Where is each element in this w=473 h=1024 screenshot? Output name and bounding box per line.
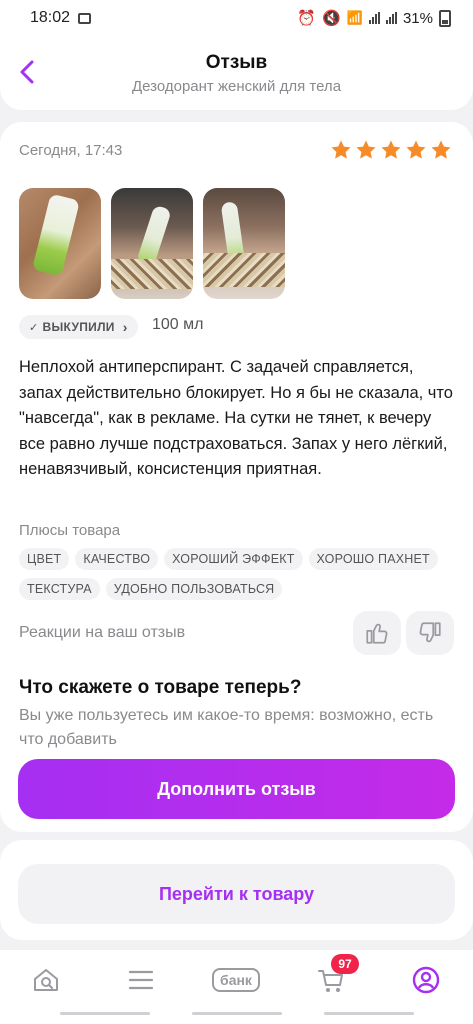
pros-tag: УДОБНО ПОЛЬЗОВАТЬСЯ [105, 578, 283, 600]
tab-home[interactable] [16, 960, 76, 1000]
star-icon [431, 140, 451, 159]
tab-bank[interactable]: банк [206, 960, 266, 1000]
system-nav-bar [0, 1004, 473, 1024]
tab-cart[interactable]: 97 [301, 954, 361, 1000]
alarm-icon: ⏰ [297, 10, 317, 27]
pros-label: Плюсы товара [19, 522, 121, 539]
status-time: 18:02 [30, 9, 71, 26]
pros-tag: ХОРОШО ПАХНЕТ [308, 548, 438, 570]
profile-icon [412, 966, 440, 994]
wifi-icon: 📶 [346, 10, 363, 25]
pros-tag: ЦВЕТ [19, 548, 70, 570]
product-size: 100 мл [152, 316, 204, 333]
tab-catalog[interactable] [111, 960, 171, 1000]
menu-icon [128, 970, 154, 990]
prompt-title: Что скажете о товаре теперь? [19, 677, 302, 698]
pros-tag: КАЧЕСТВО [75, 548, 159, 570]
review-photo[interactable] [19, 188, 101, 299]
pros-tag: ХОРОШИЙ ЭФФЕКТ [164, 548, 303, 570]
product-link-card: Перейти к товару [0, 840, 473, 940]
rating-stars [329, 138, 453, 162]
reactions-label: Реакции на ваш отзыв [19, 624, 186, 641]
thumbs-up-icon [366, 623, 388, 644]
star-icon [406, 140, 426, 159]
nav-recents[interactable] [59, 1012, 150, 1015]
add-review-button[interactable]: Дополнить отзыв [18, 759, 455, 819]
chevron-right-icon: › [122, 319, 128, 335]
review-card: Сегодня, 17:43 ✓ ВЫКУПИЛИ › 100 мл Непло… [0, 122, 473, 832]
nav-home[interactable] [191, 1012, 282, 1015]
star-icon [356, 140, 376, 159]
mute-icon: 🔇 [322, 10, 341, 27]
star-icon [381, 140, 401, 159]
battery-icon [439, 9, 451, 27]
pros-tags: ЦВЕТ КАЧЕСТВО ХОРОШИЙ ЭФФЕКТ ХОРОШО ПАХН… [19, 548, 459, 600]
page-title: Отзыв [205, 52, 268, 73]
like-button[interactable] [353, 611, 401, 655]
go-to-product-button[interactable]: Перейти к товару [18, 864, 455, 924]
review-photo[interactable] [203, 188, 285, 299]
bought-badge[interactable]: ✓ ВЫКУПИЛИ › [19, 315, 138, 339]
dislike-button[interactable] [406, 611, 454, 655]
gallery-notification-icon [78, 12, 92, 24]
star-icon [331, 140, 351, 159]
tab-profile[interactable] [396, 960, 456, 1000]
review-text: Неплохой антиперспирант. С задачей справ… [19, 358, 453, 478]
cart-badge: 97 [331, 954, 359, 974]
signal-2-icon [385, 12, 397, 24]
thumbs-down-icon [419, 622, 441, 643]
nav-back[interactable] [323, 1012, 414, 1015]
signal-icon [368, 12, 380, 24]
page-subtitle: Дезодорант женский для тела [131, 78, 342, 95]
review-photos [19, 188, 285, 299]
bought-label: ВЫКУПИЛИ [42, 320, 115, 334]
bank-label: банк [212, 968, 260, 992]
review-photo[interactable] [111, 188, 193, 299]
check-icon: ✓ [29, 321, 39, 334]
review-date: Сегодня, 17:43 [19, 142, 123, 159]
header: Отзыв Дезодорант женский для тела [0, 36, 473, 110]
home-search-icon [34, 969, 58, 991]
pros-tag: ТЕКСТУРА [19, 578, 100, 600]
prompt-subtitle: Вы уже пользуетесь им какое-то время: во… [19, 707, 434, 748]
battery-percent: 31% [402, 9, 433, 27]
status-bar: 18:02 ⏰ 🔇 📶 31% [0, 0, 473, 36]
